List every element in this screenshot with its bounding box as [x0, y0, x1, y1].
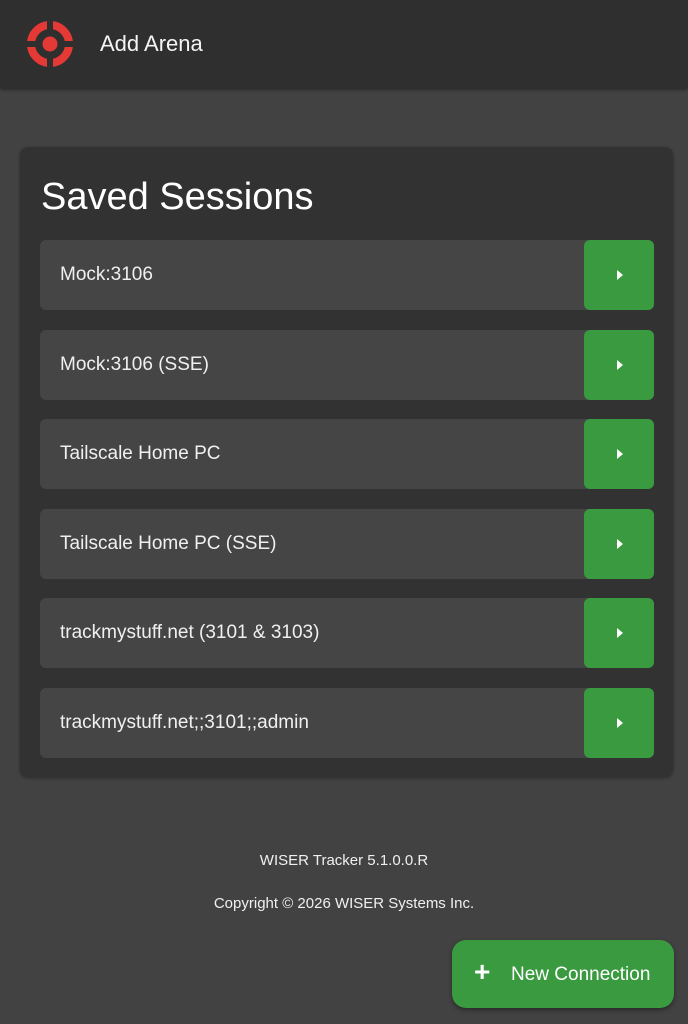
session-item[interactable]: Tailscale Home PC — [40, 419, 654, 489]
session-label: Tailscale Home PC (SSE) — [60, 532, 277, 554]
app-header: Add Arena — [0, 0, 688, 88]
play-icon — [617, 270, 623, 280]
page-title: Add Arena — [100, 31, 203, 56]
session-label: Mock:3106 — [60, 264, 153, 285]
session-item[interactable]: Tailscale Home PC (SSE) — [40, 508, 654, 579]
session-item[interactable]: trackmystuff.net;;3101;;admin — [40, 687, 654, 758]
session-list: Mock:3106 Mock:3106 (SSE) Tailscale Home… — [40, 240, 654, 758]
new-connection-button[interactable]: + New Connection — [452, 940, 674, 1008]
plus-icon: + — [474, 956, 491, 987]
open-session-button[interactable] — [584, 687, 654, 758]
play-icon — [617, 628, 623, 638]
session-label: trackmystuff.net (3101 & 3103) — [60, 622, 320, 643]
copyright-text: Copyright © 2026 WISER Systems Inc. — [213, 895, 475, 912]
play-icon — [617, 717, 623, 728]
play-icon — [617, 538, 623, 549]
play-icon — [617, 359, 623, 370]
open-session-button[interactable] — [584, 329, 654, 400]
target-icon — [26, 20, 74, 68]
app-version: WISER Tracker 5.1.0.0.R — [259, 852, 429, 869]
open-session-button[interactable] — [584, 508, 654, 579]
session-label: Tailscale Home PC — [60, 443, 221, 464]
open-session-button[interactable] — [584, 240, 654, 310]
saved-sessions-title: Saved Sessions — [41, 176, 314, 218]
open-session-button[interactable] — [584, 419, 654, 489]
session-item[interactable]: trackmystuff.net (3101 & 3103) — [40, 598, 654, 668]
session-label: trackmystuff.net;;3101;;admin — [60, 711, 309, 733]
session-item[interactable]: Mock:3106 (SSE) — [40, 329, 654, 400]
new-connection-label: New Connection — [511, 964, 651, 985]
session-item[interactable]: Mock:3106 — [40, 240, 654, 310]
open-session-button[interactable] — [584, 598, 654, 668]
session-label: Mock:3106 (SSE) — [60, 353, 209, 375]
saved-sessions-card: Saved Sessions Mock:3106 Mock:3106 (SSE)… — [20, 147, 673, 777]
play-icon — [617, 449, 623, 459]
